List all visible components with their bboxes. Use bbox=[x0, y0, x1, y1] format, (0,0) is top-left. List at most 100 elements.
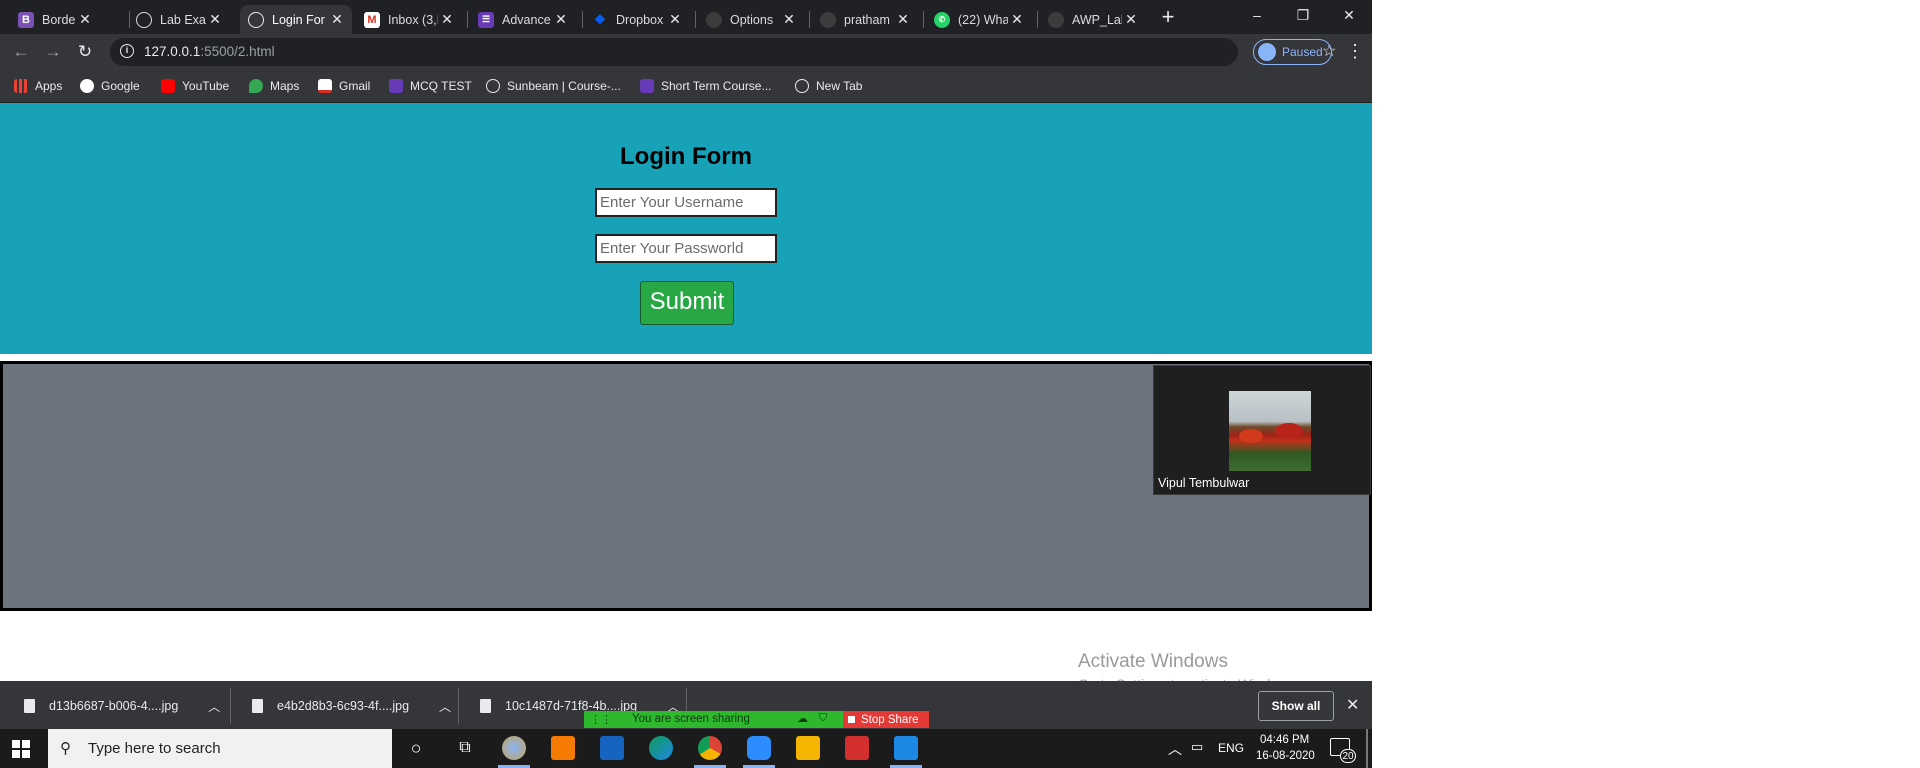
tab-divider bbox=[582, 11, 583, 28]
drag-handle-icon[interactable]: ⋮⋮ bbox=[590, 713, 612, 726]
bookmark-google[interactable]: Google bbox=[80, 78, 140, 94]
gmail-icon: M bbox=[364, 11, 380, 28]
chevron-up-icon[interactable]: ︿ bbox=[439, 698, 451, 715]
tab-pratham[interactable]: pratham ✕ bbox=[812, 5, 918, 34]
tab-divider bbox=[809, 11, 810, 28]
task-view-icon[interactable]: ⧉ bbox=[453, 736, 477, 760]
acrobat-icon[interactable] bbox=[845, 736, 869, 760]
menu-icon[interactable]: ⋮ bbox=[1346, 41, 1364, 62]
github-icon bbox=[1048, 11, 1064, 28]
close-icon[interactable]: ✕ bbox=[76, 11, 94, 28]
bookmark-youtube[interactable]: YouTube bbox=[161, 78, 229, 94]
tab-advanced[interactable]: ☰ Advance ✕ bbox=[470, 5, 576, 34]
bookmark-gmail[interactable]: Gmail bbox=[318, 78, 370, 94]
chevron-up-icon[interactable]: ︿ bbox=[208, 698, 220, 715]
globe-icon bbox=[795, 79, 809, 93]
download-item[interactable]: d13b6687-b006-4....jpg ︿ bbox=[24, 693, 220, 719]
password-input[interactable] bbox=[595, 234, 777, 263]
stop-share-button[interactable]: Stop Share bbox=[843, 711, 929, 728]
screen: B Borders - ✕ Lab Exam ✕ Login For ✕ M I… bbox=[0, 0, 1372, 768]
close-icon[interactable]: ✕ bbox=[894, 11, 912, 28]
screen-share-bar[interactable]: ⋮⋮ You are screen sharing ☁ ⛉ bbox=[584, 711, 843, 728]
bookmarks-bar: Apps Google YouTube Maps Gmail MCQ TEST … bbox=[0, 70, 1372, 103]
shield-icon: ⛉ bbox=[819, 712, 828, 724]
new-tab-button[interactable]: + bbox=[1156, 6, 1180, 30]
show-all-button[interactable]: Show all bbox=[1258, 691, 1334, 721]
mail-icon[interactable] bbox=[600, 736, 624, 760]
bookmark-maps[interactable]: Maps bbox=[249, 78, 299, 94]
bookmark-label: YouTube bbox=[182, 79, 230, 93]
info-icon[interactable]: i bbox=[120, 44, 134, 58]
google-icon bbox=[80, 79, 94, 93]
whatsapp-icon: ✆ bbox=[934, 11, 950, 28]
network-icon[interactable]: ▭ bbox=[1191, 739, 1203, 755]
participant-video bbox=[1229, 391, 1311, 471]
close-icon[interactable]: ✕ bbox=[666, 11, 684, 28]
participant-name: Vipul Tembulwar bbox=[1158, 476, 1250, 490]
clock-date[interactable]: 16-08-2020 bbox=[1256, 750, 1315, 762]
window-close-button[interactable]: ✕ bbox=[1326, 0, 1372, 30]
tab-inbox[interactable]: M Inbox (3,I ✕ bbox=[356, 5, 462, 34]
chrome-icon[interactable] bbox=[698, 736, 722, 760]
url-path: :5500/2.html bbox=[200, 44, 275, 59]
tab-login-form[interactable]: Login For ✕ bbox=[240, 5, 352, 34]
forward-button[interactable]: → bbox=[42, 41, 64, 63]
language-indicator[interactable]: ENG bbox=[1218, 741, 1244, 755]
windows-start-icon[interactable] bbox=[12, 740, 30, 758]
youtube-icon bbox=[161, 79, 175, 93]
address-bar[interactable]: i 127.0.0.1:5500/2.html ☆ bbox=[110, 38, 1336, 66]
tab-label: Lab Exam bbox=[160, 12, 206, 27]
close-icon[interactable]: ✕ bbox=[328, 11, 346, 28]
zoom-video-tile[interactable]: Vipul Tembulwar bbox=[1153, 365, 1371, 495]
close-icon[interactable]: ✕ bbox=[552, 11, 570, 28]
notification-count: 20 bbox=[1340, 749, 1356, 763]
close-icon[interactable]: ✕ bbox=[206, 11, 224, 28]
taskbar-search[interactable]: ⚲ Type here to search bbox=[48, 729, 392, 768]
tab-options[interactable]: Options ✕ bbox=[698, 5, 804, 34]
file-explorer-icon[interactable] bbox=[796, 736, 820, 760]
taskbar-search-placeholder: Type here to search bbox=[88, 740, 221, 757]
dropbox-icon: ❖ bbox=[594, 11, 606, 27]
restore-button[interactable]: ❐ bbox=[1280, 0, 1326, 30]
bookmark-new-tab[interactable]: New Tab bbox=[795, 78, 862, 94]
tab-label: pratham bbox=[844, 12, 890, 27]
reload-button[interactable]: ↻ bbox=[74, 41, 96, 63]
username-input[interactable] bbox=[595, 188, 777, 217]
tab-label: Advance bbox=[502, 12, 551, 27]
tab-lab-exam[interactable]: Lab Exam ✕ bbox=[128, 5, 230, 34]
tab-label: Dropbox bbox=[616, 12, 664, 27]
zoom-icon[interactable] bbox=[747, 736, 771, 760]
minimize-button[interactable]: – bbox=[1234, 0, 1280, 30]
bookmark-short-term-course[interactable]: Short Term Course... bbox=[640, 78, 771, 94]
show-desktop-button[interactable] bbox=[1366, 729, 1368, 768]
clock-time[interactable]: 04:46 PM bbox=[1260, 734, 1309, 746]
close-icon[interactable]: ✕ bbox=[438, 11, 456, 28]
cortana-icon[interactable]: ○ bbox=[404, 736, 428, 760]
close-icon[interactable]: ✕ bbox=[1346, 695, 1359, 715]
back-button[interactable]: ← bbox=[10, 41, 32, 63]
sublime-text-icon[interactable] bbox=[551, 736, 575, 760]
list-icon: ☰ bbox=[478, 11, 494, 28]
tab-dropbox[interactable]: ❖ Dropbox ✕ bbox=[584, 5, 690, 34]
vscode-icon[interactable] bbox=[894, 736, 918, 760]
cloud-icon: ☁ bbox=[797, 713, 808, 725]
edge-icon[interactable] bbox=[649, 736, 673, 760]
download-item[interactable]: e4b2d8b3-6c93-4f....jpg ︿ bbox=[252, 693, 451, 719]
bookmark-mcq-test[interactable]: MCQ TEST bbox=[389, 78, 472, 94]
close-icon[interactable]: ✕ bbox=[780, 11, 798, 28]
windows-taskbar: ⚲ Type here to search ○ ⧉ ︿ ▭ ENG 04:46 … bbox=[0, 729, 1372, 768]
tab-borders[interactable]: B Borders - ✕ bbox=[10, 5, 100, 34]
bookmark-sunbeam[interactable]: Sunbeam | Course-... bbox=[486, 78, 621, 94]
tab-awp-lab[interactable]: AWP_Lab ✕ bbox=[1040, 5, 1146, 34]
profile-button[interactable]: Paused bbox=[1253, 39, 1332, 65]
chevron-up-icon[interactable]: ︿ bbox=[1168, 739, 1182, 759]
tab-label: AWP_Lab bbox=[1072, 12, 1122, 27]
paint-icon[interactable] bbox=[502, 736, 526, 760]
close-icon[interactable]: ✕ bbox=[1122, 11, 1140, 28]
close-icon[interactable]: ✕ bbox=[1008, 11, 1026, 28]
submit-button[interactable]: Submit bbox=[640, 281, 734, 325]
tab-whatsapp[interactable]: ✆ (22) Wha ✕ bbox=[926, 5, 1032, 34]
browser-tab-strip: B Borders - ✕ Lab Exam ✕ Login For ✕ M I… bbox=[0, 0, 1372, 34]
stop-share-label: Stop Share bbox=[861, 713, 919, 726]
bookmark-apps[interactable]: Apps bbox=[14, 78, 62, 94]
